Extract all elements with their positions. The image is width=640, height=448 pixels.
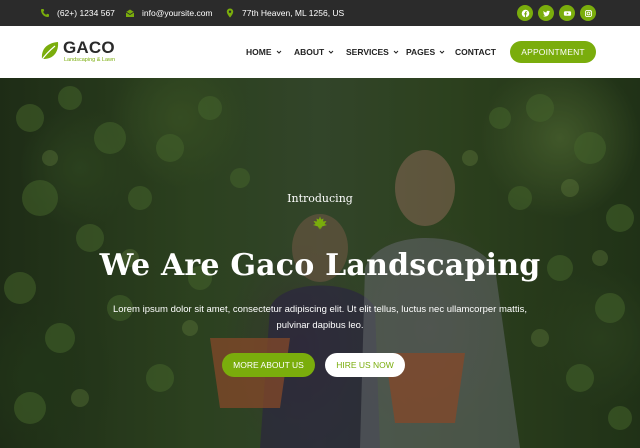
nav-item-about[interactable]: ABOUT — [294, 47, 334, 57]
leaf-logo-icon — [40, 42, 59, 62]
nav-label: HOME — [246, 47, 272, 57]
logo-name: GACO — [63, 38, 115, 57]
nav-label: SERVICES — [346, 47, 389, 57]
more-about-us-button[interactable]: MORE ABOUT US — [222, 353, 315, 377]
phone-text: (62+) 1234 567 — [57, 8, 115, 18]
appointment-button[interactable]: APPOINTMENT — [510, 41, 596, 63]
chevron-down-icon — [393, 49, 399, 55]
nav-label: CONTACT — [455, 47, 496, 57]
nav-item-contact[interactable]: CONTACT — [455, 47, 496, 57]
chevron-down-icon — [439, 49, 445, 55]
chevron-down-icon — [276, 49, 282, 55]
nav-item-home[interactable]: HOME — [246, 47, 282, 57]
chevron-down-icon — [328, 49, 334, 55]
hero-section: Introducing We Are Gaco Landscaping Lore… — [0, 78, 640, 448]
envelope-icon — [125, 8, 135, 18]
logo[interactable]: GACO Landscaping & Lawn — [40, 38, 130, 68]
phone-icon — [40, 8, 50, 18]
nav-item-services[interactable]: SERVICES — [346, 47, 399, 57]
hero-description: Lorem ipsum dolor sit amet, consectetur … — [113, 304, 527, 331]
site-header: GACO Landscaping & Lawn HOME ABOUT SERVI… — [0, 26, 640, 78]
email-contact[interactable]: info@yoursite.com — [125, 0, 213, 26]
map-pin-icon — [225, 8, 235, 18]
address-contact: 77th Heaven, ML 1256, US — [225, 0, 344, 26]
email-text: info@yoursite.com — [142, 8, 213, 18]
nav-label: PAGES — [406, 47, 436, 57]
facebook-icon[interactable] — [517, 5, 533, 21]
social-links — [517, 5, 596, 21]
nav-label: ABOUT — [294, 47, 325, 57]
youtube-icon[interactable] — [559, 5, 575, 21]
twitter-icon[interactable] — [538, 5, 554, 21]
hire-us-now-button[interactable]: HIRE US NOW — [325, 353, 405, 377]
address-text: 77th Heaven, ML 1256, US — [242, 8, 345, 18]
logo-tagline: Landscaping & Lawn — [64, 57, 116, 63]
hero-intro: Introducing — [287, 192, 353, 205]
nav-item-pages[interactable]: PAGES — [406, 47, 445, 57]
top-bar: (62+) 1234 567 info@yoursite.com 77th He… — [0, 0, 640, 26]
maple-leaf-icon — [313, 216, 327, 230]
instagram-icon[interactable] — [580, 5, 596, 21]
phone-contact[interactable]: (62+) 1234 567 — [40, 0, 115, 26]
hero-headline: We Are Gaco Landscaping — [99, 248, 541, 283]
